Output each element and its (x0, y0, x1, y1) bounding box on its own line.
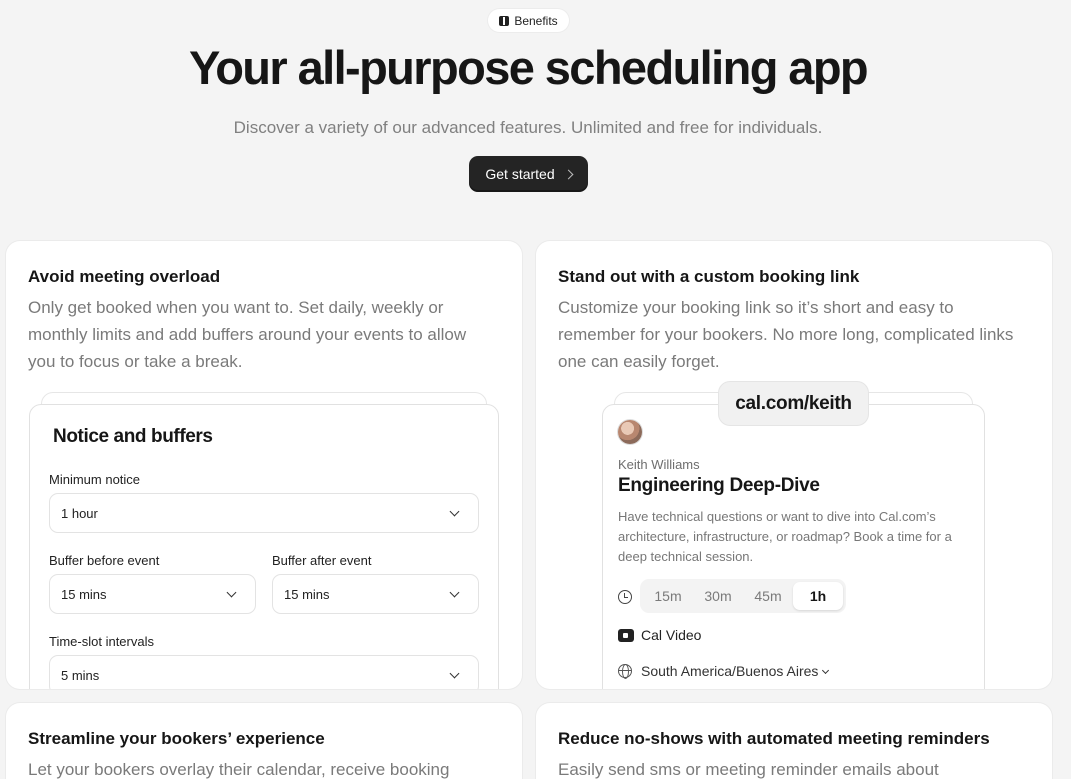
card-reminders: Reduce no-shows with automated meeting r… (536, 703, 1052, 779)
card-description: Only get booked when you want to. Set da… (28, 298, 467, 371)
globe-icon (618, 664, 632, 679)
card-description: Easily send sms or meeting reminder emai… (558, 760, 939, 779)
buffer-before-label: Buffer before event (49, 553, 160, 568)
chevron-down-icon (226, 587, 237, 598)
event-title: Engineering Deep-Dive (618, 475, 820, 496)
avatar (618, 420, 642, 444)
get-started-label: Get started (485, 166, 555, 182)
benefits-badge: Benefits (488, 9, 569, 32)
chevron-down-icon (449, 668, 460, 679)
notice-buffers-panel: Notice and buffers Minimum notice 1 hour… (29, 404, 499, 689)
duration-selector: 15m 30m 45m 1h (640, 579, 846, 613)
buffer-before-value: 15 mins (61, 586, 107, 602)
timezone-label: South America/Buenos Aires (641, 663, 819, 679)
chevron-down-icon (449, 506, 460, 517)
card-custom-link: Stand out with a custom booking link Cus… (536, 241, 1052, 689)
location-label: Cal Video (641, 627, 702, 643)
card-bookers-experience: Streamline your bookers’ experience Let … (6, 703, 522, 779)
page-title: Your all-purpose scheduling app (188, 41, 869, 94)
buffer-after-select[interactable]: 15 mins (272, 574, 479, 614)
duration-option[interactable]: 45m (743, 582, 793, 610)
card-title: Stand out with a custom booking link (558, 267, 860, 286)
interval-value: 5 mins (61, 667, 100, 683)
timezone-selector[interactable]: South America/Buenos Aires (641, 663, 830, 679)
chevron-right-icon (563, 169, 574, 179)
card-meeting-overload: Avoid meeting overload Only get booked w… (6, 241, 522, 689)
clock-icon (618, 590, 632, 604)
duration-option-selected[interactable]: 1h (793, 582, 843, 610)
interval-label: Time-slot intervals (49, 634, 154, 649)
host-name: Keith Williams (618, 457, 700, 472)
buffer-after-label: Buffer after event (272, 553, 372, 568)
buffer-after-value: 15 mins (284, 586, 330, 602)
card-description: Customize your booking link so it’s shor… (558, 298, 1014, 371)
get-started-button[interactable]: Get started (469, 156, 588, 192)
video-icon (618, 629, 634, 642)
notice-buffers-title: Notice and buffers (53, 426, 213, 447)
card-title: Streamline your bookers’ experience (28, 729, 325, 748)
gift-icon (499, 15, 510, 26)
minimum-notice-value: 1 hour (61, 505, 98, 521)
booking-url-pill: cal.com/keith (718, 381, 869, 426)
booking-preview-panel: Keith Williams Engineering Deep-Dive Hav… (602, 404, 985, 689)
event-description: Have technical questions or want to dive… (618, 509, 952, 564)
minimum-notice-label: Minimum notice (49, 472, 141, 487)
card-title: Avoid meeting overload (28, 267, 221, 286)
duration-option[interactable]: 30m (693, 582, 743, 610)
duration-option[interactable]: 15m (643, 582, 693, 610)
card-description: Let your bookers overlay their calendar,… (28, 760, 450, 779)
chevron-down-icon (449, 587, 460, 598)
minimum-notice-select[interactable]: 1 hour (49, 493, 479, 533)
buffer-before-select[interactable]: 15 mins (49, 574, 256, 614)
page-subtitle: Discover a variety of our advanced featu… (233, 118, 823, 137)
interval-select[interactable]: 5 mins (49, 655, 479, 689)
chevron-down-icon (822, 666, 830, 675)
card-title: Reduce no-shows with automated meeting r… (558, 729, 990, 748)
badge-label: Benefits (514, 13, 558, 28)
